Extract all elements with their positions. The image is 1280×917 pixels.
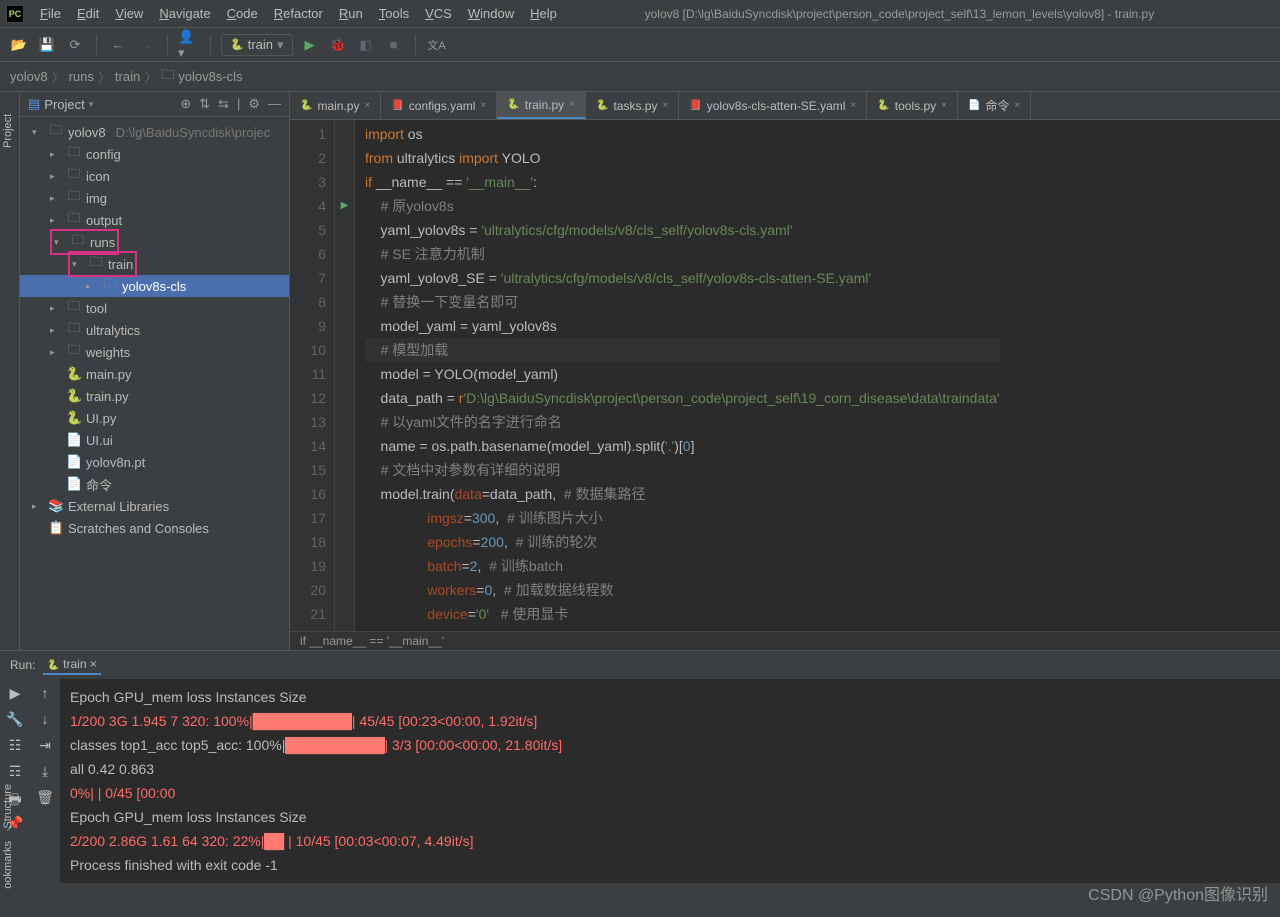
tree-item-Scratches-and-Consoles[interactable]: 📋Scratches and Consoles xyxy=(20,517,289,539)
expand-icon[interactable]: ⇅ xyxy=(199,96,210,112)
forward-icon[interactable]: → xyxy=(135,34,157,56)
open-icon[interactable]: 📂 xyxy=(8,34,30,56)
tree-item-UI-py[interactable]: 🐍UI.py xyxy=(20,407,289,429)
breadcrumb-item[interactable]: train xyxy=(115,69,140,84)
run-toolbar-inner: ↑ ↓ ⇥ ⤓ 🗑 xyxy=(30,679,60,883)
tree-item-yolov8s-cls[interactable]: ▸🗀yolov8s-cls xyxy=(20,275,289,297)
run-panel-title: Run: xyxy=(10,658,35,672)
wrap-icon[interactable]: ⇥ xyxy=(39,737,51,757)
menubar: PC FileEditViewNavigateCodeRefactorRunTo… xyxy=(0,0,1280,28)
tree-item--[interactable]: 📄命令 xyxy=(20,473,289,495)
tree-item-train-py[interactable]: 🐍train.py xyxy=(20,385,289,407)
tab--[interactable]: 📄命令× xyxy=(958,92,1031,119)
menu-view[interactable]: View xyxy=(107,2,151,25)
menu-window[interactable]: Window xyxy=(460,2,522,25)
menu-tools[interactable]: Tools xyxy=(371,2,417,25)
layout-icon[interactable]: ☷ xyxy=(9,737,22,757)
gutter-icons: ▶ xyxy=(335,120,355,631)
left-bottom-strip: Structure ookmarks xyxy=(0,780,20,892)
tree-item-yolov8n-pt[interactable]: 📄yolov8n.pt xyxy=(20,451,289,473)
tab-main-py[interactable]: 🐍main.py× xyxy=(290,92,381,119)
menu-edit[interactable]: Edit xyxy=(69,2,107,25)
run-config-dropdown[interactable]: 🐍 train ▾ xyxy=(221,34,293,56)
locate-icon[interactable]: ⊕ xyxy=(180,96,191,112)
menu-navigate[interactable]: Navigate xyxy=(151,2,218,25)
down-icon[interactable]: ↓ xyxy=(42,711,49,731)
tab-train-py[interactable]: 🐍train.py× xyxy=(497,92,586,119)
back-icon[interactable]: ← xyxy=(107,34,129,56)
tree-item-runs[interactable]: ▾🗀runs xyxy=(20,231,289,253)
project-tree[interactable]: ▾🗀yolov8D:\lg\BaiduSyncdisk\projec▸🗀conf… xyxy=(20,117,289,650)
tree-item-tool[interactable]: ▸🗀tool xyxy=(20,297,289,319)
watermark: CSDN @Python图像识别 xyxy=(1088,881,1268,905)
run-button-icon[interactable]: ▶ xyxy=(299,34,321,56)
toolbar: 📂 💾 ⟳ ← → 👤▾ 🐍 train ▾ ▶ 🐞 ◧ ■ 文A xyxy=(0,28,1280,62)
clear-icon[interactable]: 🗑 xyxy=(36,789,54,809)
up-icon[interactable]: ↑ xyxy=(42,685,49,705)
refresh-icon[interactable]: ⟳ xyxy=(64,34,86,56)
tree-item-config[interactable]: ▸🗀config xyxy=(20,143,289,165)
menu-file[interactable]: File xyxy=(32,2,69,25)
pycharm-logo: PC xyxy=(6,5,24,23)
code-editor[interactable]: import osfrom ultralytics import YOLOif … xyxy=(355,120,1000,631)
editor-area: 🐍main.py×📕configs.yaml×🐍train.py×🐍tasks.… xyxy=(290,92,1280,650)
breadcrumb: yolov8〉 runs〉 train〉 🗀 yolov8s-cls xyxy=(0,62,1280,92)
bookmarks-tool-tab[interactable]: ookmarks xyxy=(0,837,16,893)
gear-icon[interactable]: ⚙ xyxy=(248,96,260,112)
project-panel-title: Project xyxy=(44,97,84,112)
tree-item-train[interactable]: ▾🗀train xyxy=(20,253,289,275)
tree-item-ultralytics[interactable]: ▸🗀ultralytics xyxy=(20,319,289,341)
save-icon[interactable]: 💾 xyxy=(36,34,58,56)
wrench-icon[interactable]: 🔧 xyxy=(6,711,23,731)
menu-refactor[interactable]: Refactor xyxy=(266,2,331,25)
breadcrumb-item[interactable]: yolov8s-cls xyxy=(178,69,242,84)
menu-help[interactable]: Help xyxy=(522,2,565,25)
user-icon[interactable]: 👤▾ xyxy=(178,34,200,56)
run-tab[interactable]: 🐍 train × xyxy=(43,655,100,675)
run-console-output[interactable]: Epoch GPU_mem loss Instances Size 1/200 … xyxy=(60,679,1280,883)
project-panel: ▤ Project ▾ ⊕ ⇅ ⇆ | ⚙ — ▾🗀yolov8D:\lg\Ba… xyxy=(20,92,290,650)
menu-code[interactable]: Code xyxy=(219,2,266,25)
stop-icon[interactable]: ■ xyxy=(383,34,405,56)
tab-tasks-py[interactable]: 🐍tasks.py× xyxy=(586,92,679,119)
tree-item-yolov8[interactable]: ▾🗀yolov8D:\lg\BaiduSyncdisk\projec xyxy=(20,121,289,143)
breadcrumb-item[interactable]: runs xyxy=(69,69,94,84)
menu-run[interactable]: Run xyxy=(331,2,371,25)
menu-vcs[interactable]: VCS xyxy=(417,2,460,25)
code-breadcrumb: if __name__ == '__main__' xyxy=(290,631,1280,650)
structure-tool-tab[interactable]: Structure xyxy=(0,780,16,833)
collapse-icon[interactable]: ⇆ xyxy=(218,96,229,112)
tree-item-UI-ui[interactable]: 📄UI.ui xyxy=(20,429,289,451)
run-panel: Run: 🐍 train × ▶ 🔧 ☷ ☶ 🖶 📌 ↑ ↓ ⇥ ⤓ 🗑 Epo… xyxy=(0,650,1280,883)
tab-configs-yaml[interactable]: 📕configs.yaml× xyxy=(381,92,497,119)
coverage-icon[interactable]: ◧ xyxy=(355,34,377,56)
tree-item-output[interactable]: ▸🗀output xyxy=(20,209,289,231)
editor-tabs: 🐍main.py×📕configs.yaml×🐍train.py×🐍tasks.… xyxy=(290,92,1280,120)
left-tool-strip: Project xyxy=(0,92,20,650)
project-tool-tab[interactable]: Project xyxy=(2,98,14,148)
debug-button-icon[interactable]: 🐞 xyxy=(327,34,349,56)
tree-item-img[interactable]: ▸🗀img xyxy=(20,187,289,209)
tree-item-icon[interactable]: ▸🗀icon xyxy=(20,165,289,187)
rerun-icon[interactable]: ▶ xyxy=(10,685,21,705)
translate-icon[interactable]: 文A xyxy=(426,34,448,56)
breadcrumb-item[interactable]: yolov8 xyxy=(10,69,48,84)
tree-item-weights[interactable]: ▸🗀weights xyxy=(20,341,289,363)
tree-item-main-py[interactable]: 🐍main.py xyxy=(20,363,289,385)
scroll-icon[interactable]: ⤓ xyxy=(42,763,48,783)
tree-item-External-Libraries[interactable]: ▸📚External Libraries xyxy=(20,495,289,517)
hide-icon[interactable]: — xyxy=(268,96,281,112)
tab-tools-py[interactable]: 🐍tools.py× xyxy=(867,92,958,119)
window-title: yolov8 [D:\lg\BaiduSyncdisk\project\pers… xyxy=(565,7,1274,21)
line-gutter: 1234567891011121314151617181920212223 xyxy=(290,120,335,631)
tab-yolov8s-cls-atten-SE-yaml[interactable]: 📕yolov8s-cls-atten-SE.yaml× xyxy=(679,92,867,119)
